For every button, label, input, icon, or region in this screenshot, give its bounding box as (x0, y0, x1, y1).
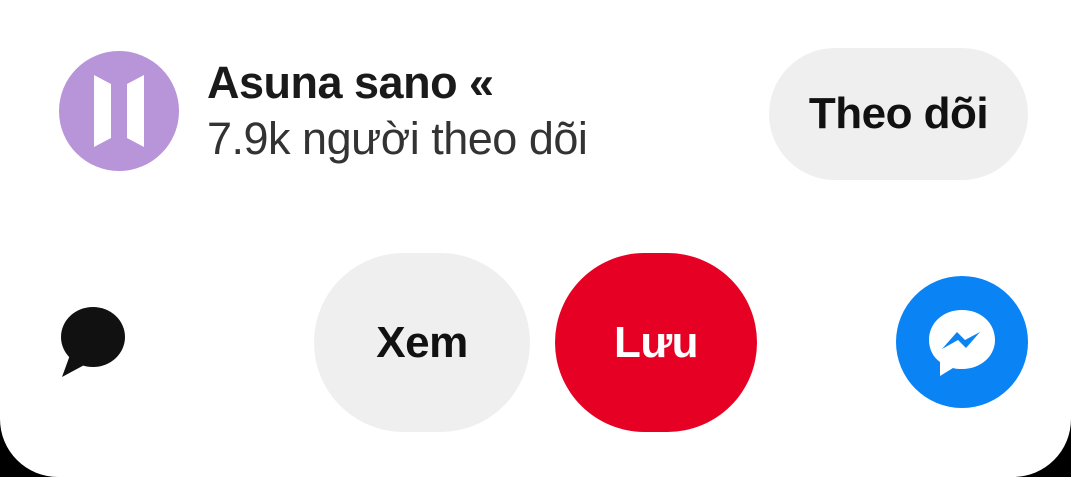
messenger-share-button[interactable] (896, 276, 1028, 408)
messenger-icon (922, 302, 1002, 382)
bottom-sheet: Asuna sano « 7.9k người theo dõi Theo dõ… (0, 0, 1071, 477)
comment-button[interactable] (58, 305, 128, 379)
follow-button[interactable]: Theo dõi (769, 48, 1028, 180)
profile-avatar[interactable] (59, 51, 179, 171)
save-button[interactable]: Lưu (555, 253, 757, 432)
follower-count: 7.9k người theo dõi (207, 113, 588, 164)
profile-name[interactable]: Asuna sano « (207, 58, 494, 108)
view-button[interactable]: Xem (314, 253, 530, 432)
bts-logo-icon (94, 75, 144, 147)
speech-bubble-icon (58, 305, 128, 379)
pin-action-panel: Asuna sano « 7.9k người theo dõi Theo dõ… (0, 0, 1071, 477)
